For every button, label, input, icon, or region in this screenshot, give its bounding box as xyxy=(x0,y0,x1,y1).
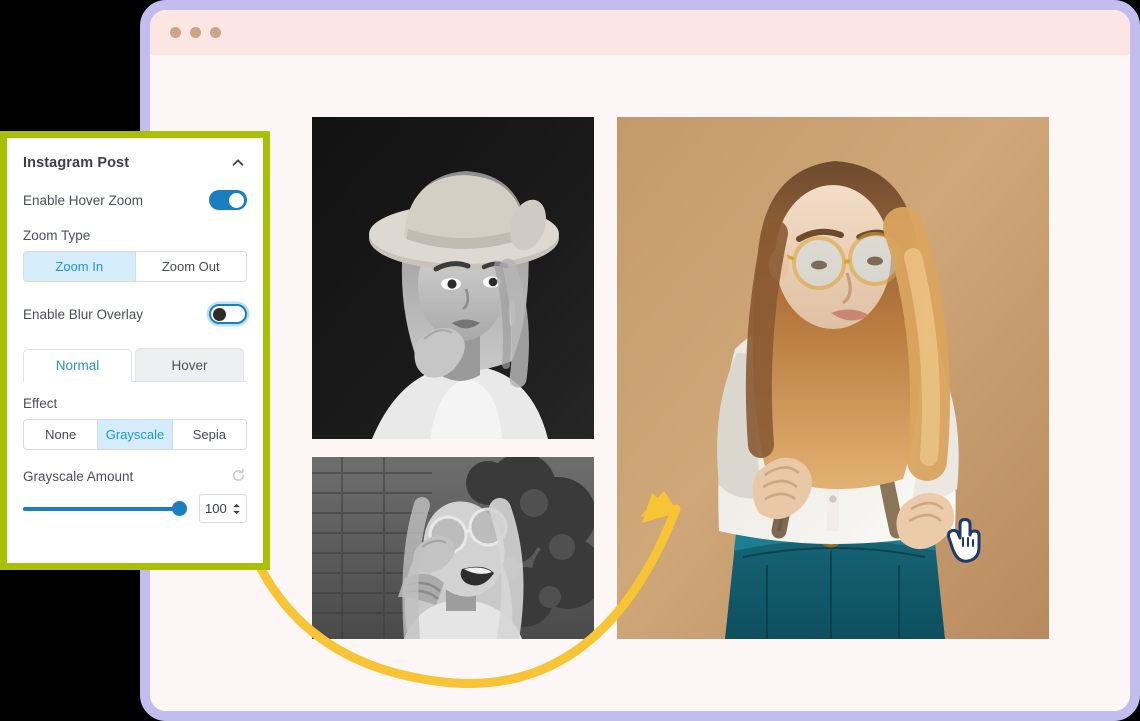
enable-hover-zoom-label: Enable Hover Zoom xyxy=(23,192,144,208)
toggle-knob xyxy=(213,307,226,321)
effect-option-grayscale[interactable]: Grayscale xyxy=(98,420,173,449)
chevron-down-icon xyxy=(233,510,240,514)
tab-hover[interactable]: Hover xyxy=(135,348,244,381)
chevron-up-icon xyxy=(233,503,240,507)
grayscale-amount-stepper[interactable]: 100 xyxy=(199,494,247,523)
slider-filled-track xyxy=(23,506,187,511)
gallery-item-photo-woman-hat[interactable] xyxy=(312,117,594,439)
settings-panel-header[interactable]: Instagram Post xyxy=(23,138,247,182)
screenshot-stage: Instagram Post Enable Hover Zoom Zoom Ty… xyxy=(0,0,1140,721)
browser-content xyxy=(150,55,1130,711)
zoom-type-label: Zoom Type xyxy=(23,228,91,243)
state-tabs: Normal Hover xyxy=(23,348,247,382)
zoom-type-option-zoom-out[interactable]: Zoom Out xyxy=(135,252,246,281)
window-close-dot[interactable] xyxy=(170,27,181,38)
effect-option-none[interactable]: None xyxy=(24,420,99,449)
image-gallery xyxy=(312,117,1049,639)
reset-icon[interactable] xyxy=(231,468,247,484)
gallery-item-photo-woman-sunglasses[interactable] xyxy=(312,457,594,639)
window-maximize-dot[interactable] xyxy=(210,27,221,38)
panel-title: Instagram Post xyxy=(23,155,130,171)
enable-hover-zoom-row: Enable Hover Zoom xyxy=(23,182,247,218)
enable-hover-zoom-toggle[interactable] xyxy=(209,190,247,210)
toggle-knob xyxy=(229,192,244,208)
grayscale-amount-control-row: 100 xyxy=(23,494,247,523)
settings-panel-body: Instagram Post Enable Hover Zoom Zoom Ty… xyxy=(7,138,263,563)
effect-segmented-control: None Grayscale Sepia xyxy=(23,419,247,450)
slider-handle[interactable] xyxy=(172,501,187,516)
zoom-type-segmented-control: Zoom In Zoom Out xyxy=(23,251,247,282)
enable-blur-overlay-label: Enable Blur Overlay xyxy=(23,306,144,322)
chevron-up-icon[interactable] xyxy=(229,154,247,172)
grayscale-amount-value: 100 xyxy=(205,501,227,516)
browser-window xyxy=(140,0,1140,721)
grayscale-amount-label: Grayscale Amount xyxy=(23,468,134,484)
gallery-column-left xyxy=(312,117,594,639)
window-minimize-dot[interactable] xyxy=(190,27,201,38)
gallery-item-photo-woman-suspenders[interactable] xyxy=(617,117,1049,639)
enable-blur-overlay-row: Enable Blur Overlay xyxy=(23,296,247,332)
enable-blur-overlay-toggle[interactable] xyxy=(209,304,247,324)
zoom-type-option-zoom-in[interactable]: Zoom In xyxy=(24,252,136,281)
grayscale-amount-header: Grayscale Amount xyxy=(23,468,247,484)
grayscale-amount-slider[interactable] xyxy=(23,499,187,519)
tab-normal[interactable]: Normal xyxy=(23,349,132,382)
instagram-post-settings-panel: Instagram Post Enable Hover Zoom Zoom Ty… xyxy=(0,131,270,570)
browser-titlebar xyxy=(150,10,1130,55)
effect-option-sepia[interactable]: Sepia xyxy=(172,420,246,449)
stepper-arrows[interactable] xyxy=(232,503,241,515)
effect-label: Effect xyxy=(23,396,58,411)
